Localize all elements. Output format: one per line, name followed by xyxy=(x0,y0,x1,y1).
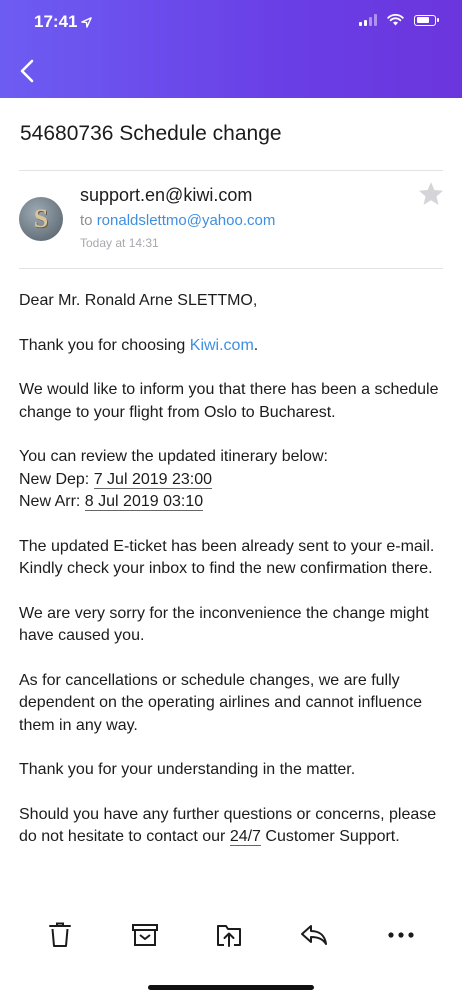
sender-avatar[interactable]: S xyxy=(19,197,63,241)
cellular-signal-icon xyxy=(359,14,377,26)
arr-label: New Arr: xyxy=(19,493,85,510)
divider xyxy=(19,268,443,269)
clock: 17:41 xyxy=(34,12,78,31)
review-text: You can review the updated itinerary bel… xyxy=(19,448,328,465)
reply-icon xyxy=(301,925,327,945)
sender-address[interactable]: support.en@kiwi.com xyxy=(80,185,252,206)
avatar-letter: S xyxy=(33,204,49,233)
thanks-paragraph: Thank you for choosing Kiwi.com. xyxy=(19,335,439,358)
kiwi-link[interactable]: Kiwi.com xyxy=(190,337,254,354)
more-button[interactable] xyxy=(386,920,416,950)
greeting: Dear Mr. Ronald Arne SLETTMO, xyxy=(19,292,258,309)
questions-suffix: Customer Support. xyxy=(260,828,400,845)
understanding-paragraph: Thank you for your understanding in the … xyxy=(19,761,356,778)
eticket-paragraph: The updated E-ticket has been already se… xyxy=(19,537,435,578)
cancellations-paragraph: As for cancellations or schedule changes… xyxy=(19,671,422,734)
chevron-left-icon xyxy=(20,59,34,83)
dep-label: New Dep: xyxy=(19,470,94,488)
star-button[interactable] xyxy=(417,180,445,208)
location-arrow-icon xyxy=(81,16,93,28)
move-button[interactable] xyxy=(214,920,244,950)
support-hours-link[interactable]: 24/7 xyxy=(229,828,261,846)
reply-button[interactable] xyxy=(299,920,329,950)
sorry-paragraph: We are very sorry for the inconvenience … xyxy=(19,604,429,645)
battery-icon xyxy=(414,14,439,26)
dep-datetime[interactable]: 7 Jul 2019 23:00 xyxy=(93,470,213,489)
divider xyxy=(19,170,443,171)
star-icon xyxy=(418,182,444,205)
thanks-suffix: . xyxy=(253,336,259,354)
to-label: to xyxy=(80,212,93,229)
trash-icon xyxy=(49,922,71,947)
status-icons xyxy=(359,14,439,26)
scroll-fade xyxy=(0,898,462,908)
home-indicator[interactable] xyxy=(148,985,314,990)
folder-move-icon xyxy=(217,925,241,947)
inform-paragraph: We would like to inform you that there h… xyxy=(19,381,439,421)
message-subject: 54680736 Schedule change xyxy=(20,122,282,145)
delete-button[interactable] xyxy=(45,920,75,950)
message-date: Today at 14:31 xyxy=(80,236,159,250)
itinerary-paragraph: You can review the updated itinerary bel… xyxy=(19,446,439,514)
archive-icon xyxy=(132,924,158,946)
recipient-address[interactable]: ronaldslettmo@yahoo.com xyxy=(97,212,276,229)
more-icon xyxy=(388,932,414,938)
app-header: 17:41 xyxy=(0,0,462,98)
back-button[interactable] xyxy=(12,56,42,86)
thanks-text: Thank you for choosing xyxy=(19,336,190,354)
wifi-icon xyxy=(387,14,404,26)
status-bar-time: 17:41 xyxy=(34,12,93,32)
recipient-line: to ronaldslettmo@yahoo.com xyxy=(80,212,275,229)
questions-paragraph: Should you have any further questions or… xyxy=(19,804,439,849)
arr-datetime[interactable]: 8 Jul 2019 03:10 xyxy=(84,493,204,511)
archive-button[interactable] xyxy=(130,920,160,950)
message-body: Dear Mr. Ronald Arne SLETTMO, Thank you … xyxy=(19,290,439,871)
